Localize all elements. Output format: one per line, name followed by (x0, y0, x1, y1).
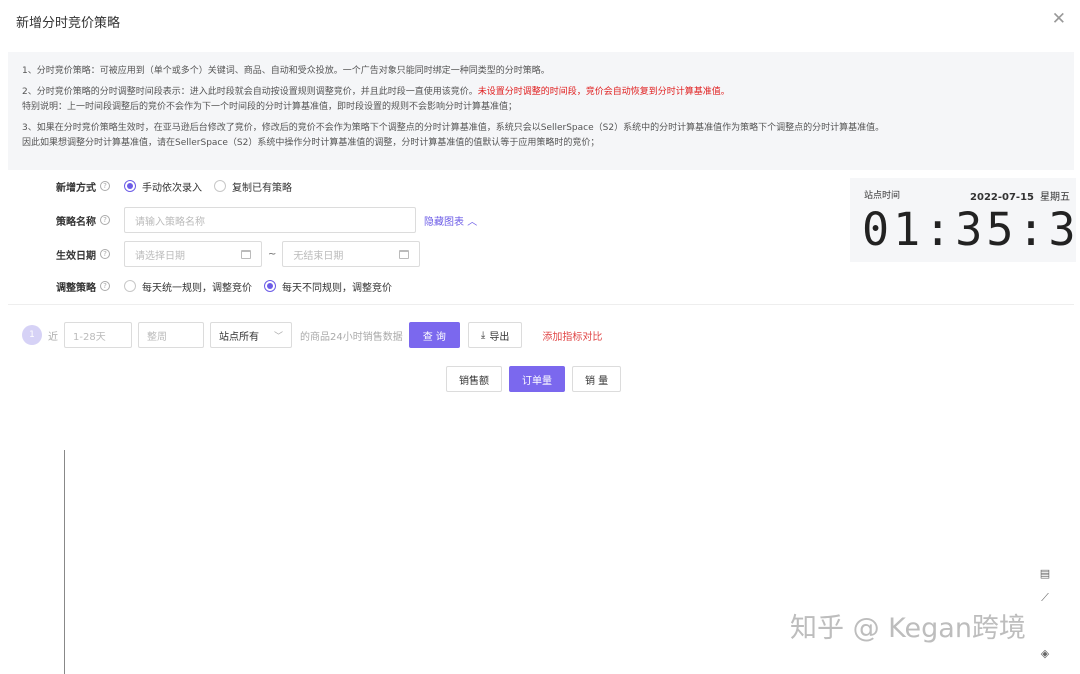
notice-panel: 1、分时竞价策略：可被应用到（单个或多个）关键词、商品、自动和受众投放。一个广告… (8, 52, 1074, 170)
modal-title: 新增分时竞价策略 (16, 16, 121, 31)
calendar-icon (241, 249, 251, 259)
section-divider (8, 304, 1074, 305)
date-separator: ~ (268, 248, 277, 260)
help-icon[interactable]: ? (100, 249, 110, 259)
chevron-down-icon: ﹀ (273, 331, 283, 342)
effective-date-label: 生效日期 (56, 250, 96, 262)
end-date-input[interactable]: 无结束日期 (282, 241, 421, 267)
adjust-daily-radio[interactable]: 每天不同规则，调整竞价 (264, 279, 392, 294)
modal-header: 新增分时竞价策略 ✕ (0, 0, 1080, 40)
notice-line-1: 1、分时竞价策略：可被应用到（单个或多个）关键词、商品、自动和受众投放。一个广告… (22, 66, 550, 76)
notice-line-3: 特别说明：上一时间段调整后的竞价不会作为下一个时间段的分时计算基准值，即时段设置… (22, 102, 518, 112)
close-icon[interactable]: ✕ (1052, 9, 1066, 29)
help-icon[interactable]: ? (100, 215, 110, 225)
doc-icon[interactable]: ▤ (1038, 566, 1052, 582)
site-weekday: 星期五 (1040, 192, 1070, 203)
add-mode-row: 新增方式 ? 手动依次录入 复制已有策略 (30, 172, 304, 200)
notice-line-4: 3、如果在分时竞价策略生效时，在亚马逊后台修改了竞价，修改后的竞价不会作为策略下… (22, 123, 885, 133)
stack-icon[interactable]: ◈ (1038, 646, 1052, 662)
help-icon[interactable]: ? (100, 181, 110, 191)
site-time-label: 站点时间 (864, 191, 901, 201)
sales-data-toolbar: 1 近 1-28天 整周 站点所有 ﹀ 的商品24小时销售数据 查 询 ⤓ 导出 添… (22, 321, 602, 349)
strategy-name-input[interactable]: 请输入策略名称 (124, 207, 416, 233)
start-date-input[interactable]: 请选择日期 (124, 241, 262, 267)
add-mode-label: 新增方式 (56, 182, 96, 194)
watermark: 知乎 @ Kegan跨境 (790, 613, 1026, 644)
tab-order-count[interactable]: 订单量 (509, 366, 565, 392)
step-badge: 1 (22, 325, 42, 345)
hide-chart-link[interactable]: 隐藏图表 ︿ (424, 213, 477, 228)
help-icon[interactable]: ? (100, 281, 110, 291)
notice-line-2: 2、分时竞价策略的分时调整时间段表示：进入此时段就会自动按设置规则调整竞价，并且… (22, 87, 730, 97)
adjust-strategy-label: 调整策略 (56, 282, 96, 294)
radio-dot (124, 280, 136, 292)
chart-toolbox: ▤ ⟋ ◈ (1038, 566, 1054, 670)
strategy-name-label: 策略名称 (56, 216, 96, 228)
strategy-name-row: 策略名称 ? 请输入策略名称 隐藏图表 ︿ (30, 206, 477, 234)
site-date: 2022-07-15 星期五 (970, 192, 1070, 203)
site-clock: 站点时间 2022-07-15星期五 01:35:31 (850, 178, 1080, 262)
adjust-strategy-row: 调整策略 ? 每天统一规则，调整竞价 每天不同规则，调整竞价 (30, 272, 404, 300)
radio-dot (214, 180, 226, 192)
effective-date-row: 生效日期 ? 请选择日期 ~ 无结束日期 (30, 240, 421, 268)
notice-warning: 未设置分时调整的时间段，竞价会自动恢复到分时计算基准值。 (477, 87, 730, 97)
days-input[interactable]: 1-28天 (64, 322, 132, 348)
adjust-uniform-radio[interactable]: 每天统一规则，调整竞价 (124, 279, 252, 294)
notice-line-5: 因此如果想调整分时计算基准值，请在SellerSpace（S2）系统中操作分时计… (22, 138, 600, 148)
tab-sales-volume[interactable]: 销 量 (572, 366, 622, 392)
radio-dot (124, 180, 136, 192)
period-input[interactable]: 整周 (138, 322, 204, 348)
toolbar-suffix: 的商品24小时销售数据 (300, 331, 403, 343)
export-button[interactable]: ⤓ 导出 (467, 322, 523, 348)
chart-y-axis (64, 450, 65, 674)
query-button[interactable]: 查 询 (408, 322, 460, 348)
radio-dot (264, 280, 276, 292)
add-mode-manual-radio[interactable]: 手动依次录入 (124, 179, 202, 194)
site-time-digits: 01:35:31 (862, 203, 1080, 256)
add-mode-copy-radio[interactable]: 复制已有策略 (214, 179, 292, 194)
download-icon: ⤓ (480, 329, 486, 341)
add-metric-compare-link[interactable]: 添加指标对比 (542, 328, 602, 343)
line-chart-icon[interactable]: ⟋ (1038, 590, 1052, 606)
calendar-icon (399, 249, 410, 259)
chevron-up-icon: ︿ (467, 216, 478, 228)
site-select[interactable]: 站点所有 ﹀ (210, 322, 292, 348)
tab-sales-amount[interactable]: 销售额 (446, 366, 502, 392)
recent-prefix: 近 (48, 331, 58, 343)
metric-tabs: 销售额 订单量 销 量 (446, 366, 628, 392)
